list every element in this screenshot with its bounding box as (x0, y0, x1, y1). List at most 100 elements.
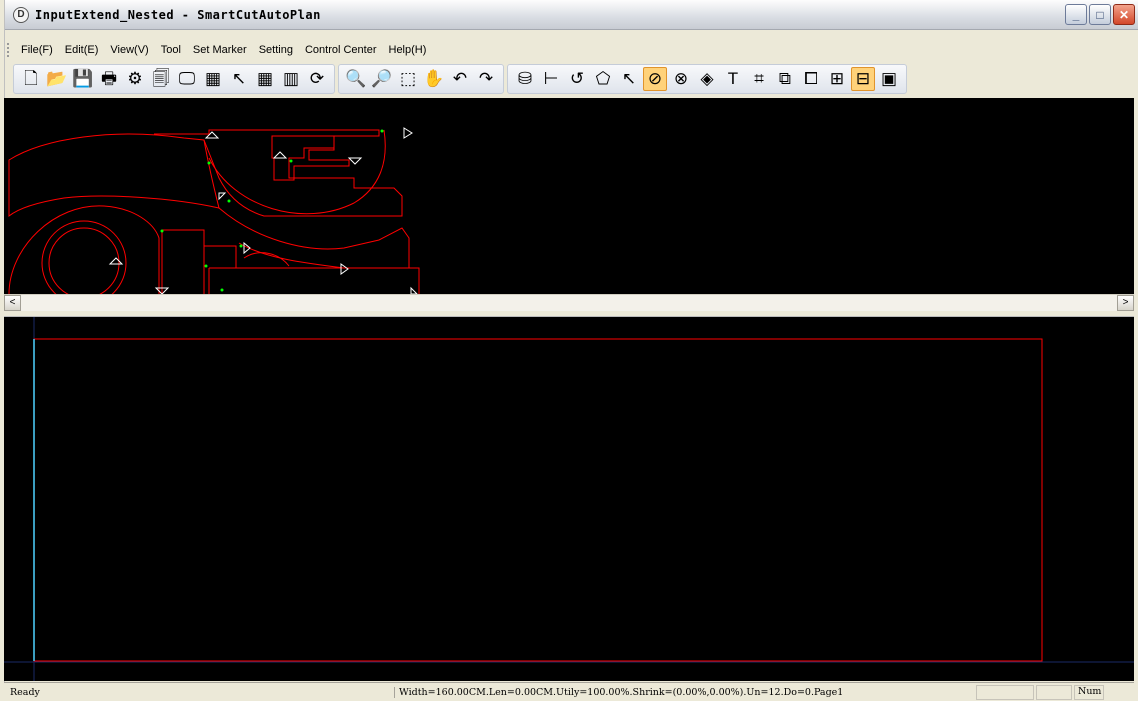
status-bar: Ready Width=160.00CM.Len=0.00CM.Utily=10… (4, 682, 1134, 701)
settings-gear-icon: ⚙ (127, 69, 143, 88)
align-icon: ⧠ (804, 69, 818, 88)
wheel-inner (48, 227, 120, 294)
pan-hand-button[interactable]: ✋ (422, 67, 446, 91)
status-marker-info: Width=160.00CM.Len=0.00CM.Utily=100.00%.… (394, 686, 974, 698)
menu-grip[interactable] (7, 43, 11, 57)
nesting-canvas[interactable] (4, 317, 1134, 681)
zoom-window-button[interactable]: ⬚ (396, 67, 420, 91)
report-button[interactable]: ▣ (877, 67, 901, 91)
zoom-in-icon: 🔎 (371, 69, 393, 88)
fill-icon: ◈ (700, 69, 714, 88)
status-num-indicator: Num (1074, 684, 1104, 700)
print-icon: 🖶 (100, 69, 118, 88)
no-overlap-icon: ⊘ (647, 69, 663, 88)
fabric-boundary (33, 338, 1043, 662)
grid-button[interactable]: ▦ (253, 67, 277, 91)
nesting-drawing (4, 317, 1134, 681)
curved-band (218, 207, 410, 269)
marker-pieces-canvas[interactable] (4, 98, 1134, 294)
menu-bar: File(F) Edit(E) View(V) Tool Set Marker … (5, 38, 1138, 62)
remove-column-icon: ⊟ (855, 69, 871, 88)
text-button[interactable]: T (721, 67, 745, 91)
menu-file[interactable]: File(F) (15, 40, 59, 60)
save-button[interactable]: 💾 (71, 67, 95, 91)
new-file-icon: 🗋 (24, 69, 38, 88)
status-pane-1 (976, 684, 1034, 700)
direction-markers (108, 127, 418, 294)
toolbar-group: 🗋 📂 💾 🖶 ⚙ 🗐 🖵 ▦ ↖ ▦ ▥ ⟳ (13, 64, 335, 94)
window-controls: _ □ ✕ (1065, 4, 1135, 25)
hash-grid-icon: ⌗ (754, 69, 764, 88)
rotate-button[interactable]: ↺ (565, 67, 589, 91)
zoom-window-icon: ⬚ (399, 69, 417, 88)
close-button[interactable]: ✕ (1113, 4, 1135, 25)
measure-button[interactable]: ⊢ (539, 67, 563, 91)
pointer-icon: ↖ (231, 69, 247, 88)
new-file-button[interactable]: 🗋 (19, 67, 43, 91)
resize-icon: ⧉ (778, 69, 792, 88)
scroll-right-button[interactable]: > (1117, 295, 1134, 311)
menu-view[interactable]: View(V) (104, 40, 154, 60)
menu-control-center[interactable]: Control Center (299, 40, 383, 60)
pieces-drawing (8, 127, 420, 294)
open-folder-icon: 📂 (46, 69, 68, 88)
scroll-left-button[interactable]: < (4, 295, 21, 311)
pointer-button[interactable]: ↖ (227, 67, 251, 91)
refresh-button[interactable]: ⟳ (305, 67, 329, 91)
calculator-icon: ▦ (204, 69, 222, 88)
zoom-out-button[interactable]: 🔍 (344, 67, 368, 91)
refresh-icon: ⟳ (309, 69, 325, 88)
title-bar[interactable]: D InputExtend_Nested - SmartCutAutoPlan … (5, 0, 1138, 30)
piece-icon: ⛁ (517, 69, 533, 88)
resize-button[interactable]: ⧉ (773, 67, 797, 91)
status-pane-2 (1036, 684, 1072, 700)
marker-pointer-icon: ↖ (621, 69, 637, 88)
menu-tool[interactable]: Tool (155, 40, 187, 60)
menu-edit[interactable]: Edit(E) (59, 40, 105, 60)
settings-gear-button[interactable]: ⚙ (123, 67, 147, 91)
no-overlap-button[interactable]: ⊘ (643, 67, 667, 91)
report-icon: ▣ (880, 69, 898, 88)
redo-arrow-button[interactable]: ↷ (474, 67, 498, 91)
minimize-button[interactable]: _ (1065, 4, 1087, 25)
wheel-hole (41, 220, 127, 294)
menu-set-marker[interactable]: Set Marker (187, 40, 253, 60)
lower-block (204, 245, 237, 268)
toolbar-group: ⛁ ⊢ ↺ ⬠ ↖ ⊘ ⊗ ◈ T ⌗ ⧉ ⧠ ⊞ ⊟ ▣ (507, 64, 907, 94)
main-toolbar: 🗋 📂 💾 🖶 ⚙ 🗐 🖵 ▦ ↖ ▦ ▥ ⟳ 🔍 🔎 ⬚ ✋ ↶ ↷ ⛁ ⊢ ↺ ⬠ ↖ ⊘ ⊗ ◈ T ⌗ ⧉ ⧠ ⊞ ⊟ ▣ (5, 62, 910, 96)
preview-icon: 🗐 (152, 69, 170, 88)
maximize-button[interactable]: □ (1089, 4, 1111, 25)
columns-button[interactable]: ▥ (279, 67, 303, 91)
arc-piece (208, 129, 386, 215)
measure-icon: ⊢ (543, 69, 559, 88)
zoom-out-icon: 🔍 (345, 69, 367, 88)
horizontal-scrollbar[interactable]: < > (4, 294, 1134, 311)
toolbar-group: 🔍 🔎 ⬚ ✋ ↶ ↷ (338, 64, 504, 94)
open-folder-button[interactable]: 📂 (45, 67, 69, 91)
zoom-in-button[interactable]: 🔎 (370, 67, 394, 91)
add-column-icon: ⊞ (829, 69, 845, 88)
shape-button[interactable]: ⬠ (591, 67, 615, 91)
remove-column-button[interactable]: ⊟ (851, 67, 875, 91)
bottom-rect-piece (208, 267, 420, 294)
menu-setting[interactable]: Setting (253, 40, 299, 60)
clear-button[interactable]: ⊗ (669, 67, 693, 91)
shape-icon: ⬠ (595, 69, 611, 88)
add-column-button[interactable]: ⊞ (825, 67, 849, 91)
status-ready-text: Ready (10, 686, 40, 698)
marker-pointer-button[interactable]: ↖ (617, 67, 641, 91)
calculator-button[interactable]: ▦ (201, 67, 225, 91)
align-button[interactable]: ⧠ (799, 67, 823, 91)
grid-icon: ▦ (256, 69, 274, 88)
menu-help[interactable]: Help(H) (383, 40, 433, 60)
monitor-button[interactable]: 🖵 (175, 67, 199, 91)
wheel-piece (8, 205, 160, 294)
save-icon: 💾 (72, 69, 94, 88)
undo-arrow-button[interactable]: ↶ (448, 67, 472, 91)
print-button[interactable]: 🖶 (97, 67, 121, 91)
preview-button[interactable]: 🗐 (149, 67, 173, 91)
text-icon: T (727, 69, 739, 88)
piece-button[interactable]: ⛁ (513, 67, 537, 91)
fill-button[interactable]: ◈ (695, 67, 719, 91)
hash-grid-button[interactable]: ⌗ (747, 67, 771, 91)
